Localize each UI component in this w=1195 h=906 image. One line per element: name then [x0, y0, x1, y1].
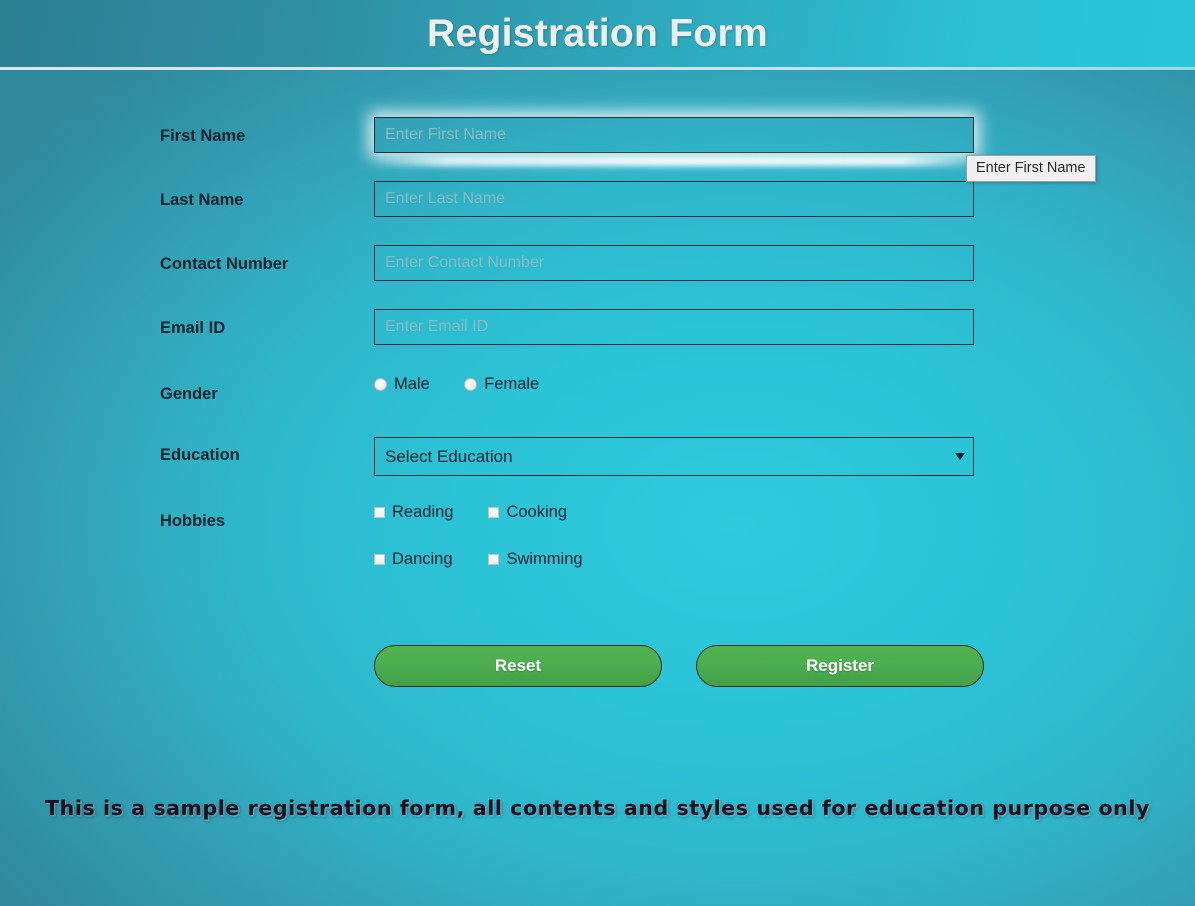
gender-label: Gender: [160, 385, 218, 403]
hobby-option-cooking[interactable]: Cooking: [488, 503, 567, 522]
checkbox-dancing-icon[interactable]: [374, 554, 385, 565]
education-selected-value: Select Education: [385, 446, 513, 466]
gender-option-male[interactable]: Male: [374, 375, 430, 394]
hobby-option-dancing[interactable]: Dancing: [374, 550, 484, 569]
hobby-option-dancing-label: Dancing: [392, 550, 453, 568]
hobby-option-swimming[interactable]: Swimming: [488, 550, 583, 569]
education-select[interactable]: Select Education: [374, 437, 974, 476]
hobby-option-cooking-label: Cooking: [506, 503, 567, 521]
hobbies-checkbox-row-2: Dancing Swimming: [374, 550, 583, 569]
page-header: Registration Form: [0, 0, 1195, 68]
hobby-option-reading[interactable]: Reading: [374, 503, 484, 522]
gender-radio-group: Male Female: [374, 375, 539, 394]
checkbox-cooking-icon[interactable]: [488, 507, 500, 518]
chevron-down-icon[interactable]: [955, 453, 965, 460]
focus-glow-streak: [374, 156, 974, 166]
hobby-option-swimming-label: Swimming: [506, 550, 583, 568]
radio-female-icon[interactable]: [464, 378, 478, 391]
checkbox-swimming-icon[interactable]: [488, 554, 500, 565]
radio-male-icon[interactable]: [374, 378, 387, 391]
last-name-input[interactable]: [374, 181, 974, 217]
gender-option-female[interactable]: Female: [464, 375, 539, 394]
hobbies-label: Hobbies: [160, 512, 226, 530]
education-label: Education: [160, 446, 240, 464]
hobby-option-reading-label: Reading: [392, 503, 454, 521]
contact-number-label: Contact Number: [160, 255, 289, 273]
gender-option-female-label: Female: [484, 375, 540, 393]
reset-button[interactable]: Reset: [374, 645, 662, 687]
gender-option-male-label: Male: [394, 375, 430, 393]
first-name-input[interactable]: [374, 117, 974, 153]
validation-tooltip: Enter First Name: [966, 155, 1096, 182]
first-name-label: First Name: [160, 127, 246, 145]
email-label: Email ID: [160, 319, 226, 337]
header-divider: [0, 67, 1195, 70]
last-name-label: Last Name: [160, 191, 244, 209]
footer-note: This is a sample registration form, all …: [45, 796, 1150, 820]
registration-page: Registration Form First Name Last Name C…: [0, 0, 1195, 906]
register-button[interactable]: Register: [696, 645, 984, 687]
hobbies-checkbox-row-1: Reading Cooking: [374, 503, 567, 522]
email-input[interactable]: [374, 309, 974, 345]
checkbox-reading-icon[interactable]: [374, 507, 385, 518]
contact-number-input[interactable]: [374, 245, 974, 281]
page-title: Registration Form: [427, 12, 768, 55]
